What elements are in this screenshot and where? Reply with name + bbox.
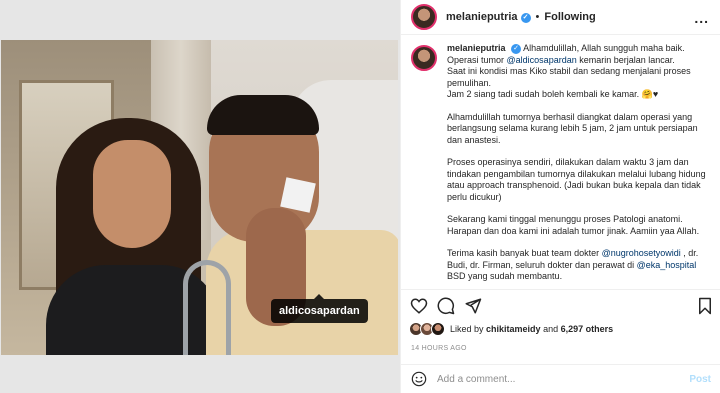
emoji-icon[interactable] bbox=[411, 371, 427, 387]
caption-line: Jam 2 siang tadi sudah boleh kembali ke … bbox=[447, 89, 659, 99]
caption-line: Harapan dan doa kami ini adalah tumor ji… bbox=[447, 225, 700, 236]
comment-bar: Post bbox=[401, 364, 720, 393]
caption-line: kemarin berjalan lancar. bbox=[576, 54, 675, 65]
likes-row: Liked by chikitameidy and 6,297 others bbox=[409, 322, 613, 336]
avatar[interactable] bbox=[431, 322, 445, 336]
caption-paragraph: Proses operasinya sendiri, dilakukan dal… bbox=[447, 157, 706, 202]
user-tag-label[interactable]: aldicosapardan bbox=[271, 294, 368, 323]
comment-input[interactable] bbox=[437, 373, 690, 385]
share-icon[interactable] bbox=[464, 297, 482, 315]
separator-dot: • bbox=[535, 11, 540, 23]
mention-link[interactable]: @eka_hospital bbox=[637, 260, 697, 270]
heart-icon[interactable] bbox=[410, 297, 428, 315]
bookmark-icon[interactable] bbox=[696, 297, 714, 315]
mention-link[interactable]: @aldicosapardan bbox=[507, 55, 577, 65]
photo-man-hair bbox=[207, 95, 319, 135]
caption: melanieputria ✓ Alhamdulillah, Allah sun… bbox=[401, 35, 720, 289]
caption-text: melanieputria ✓ Alhamdulillah, Allah sun… bbox=[447, 43, 711, 289]
liker-username[interactable]: chikitameidy bbox=[486, 324, 541, 334]
verified-icon: ✓ bbox=[520, 13, 531, 23]
avatar[interactable] bbox=[411, 4, 437, 30]
post-header: melanieputria ✓ • Following ... bbox=[401, 0, 720, 35]
post-photo[interactable]: aldicosapardan bbox=[1, 40, 398, 355]
post-button[interactable]: Post bbox=[689, 374, 711, 385]
more-options-icon[interactable]: ... bbox=[694, 10, 709, 26]
likes-prefix: Liked by bbox=[450, 324, 487, 334]
caption-line: BSD yang sudah membantu. bbox=[447, 271, 563, 281]
likes-middle: and bbox=[540, 324, 561, 334]
following-button[interactable]: Following bbox=[544, 11, 595, 23]
caption-avatar[interactable] bbox=[411, 45, 437, 71]
post-timestamp[interactable]: 14 HOURS AGO bbox=[411, 345, 467, 352]
likes-text: Liked by chikitameidy and 6,297 others bbox=[450, 324, 613, 334]
header-username[interactable]: melanieputria ✓ bbox=[446, 11, 531, 23]
mention-link[interactable]: @nugrohosetyowidi bbox=[602, 248, 681, 258]
verified-icon: ✓ bbox=[511, 44, 522, 54]
likes-count-link[interactable]: 6,297 others bbox=[561, 324, 614, 334]
post-modal: aldicosapardan melanieputria ✓ • Followin… bbox=[0, 0, 720, 393]
photo-bed-rail bbox=[183, 260, 231, 355]
caption-line: Terima kasih banyak buat team dokter bbox=[447, 248, 602, 258]
photo-woman-face bbox=[93, 140, 171, 248]
caption-line: Sekarang kami tinggal menunggu proses Pa… bbox=[447, 214, 683, 224]
action-bar bbox=[401, 289, 720, 319]
caption-username[interactable]: melanieputria bbox=[447, 43, 506, 53]
caption-paragraph: Alhamdulillah tumornya berhasil diangkat… bbox=[447, 111, 698, 145]
comment-icon[interactable] bbox=[437, 297, 455, 315]
post-side-panel: melanieputria ✓ • Following ... melaniepu… bbox=[400, 0, 720, 393]
photo-gauze bbox=[280, 177, 316, 213]
caption-line: Saat ini kondisi mas Kiko stabil dan sed… bbox=[447, 66, 691, 88]
